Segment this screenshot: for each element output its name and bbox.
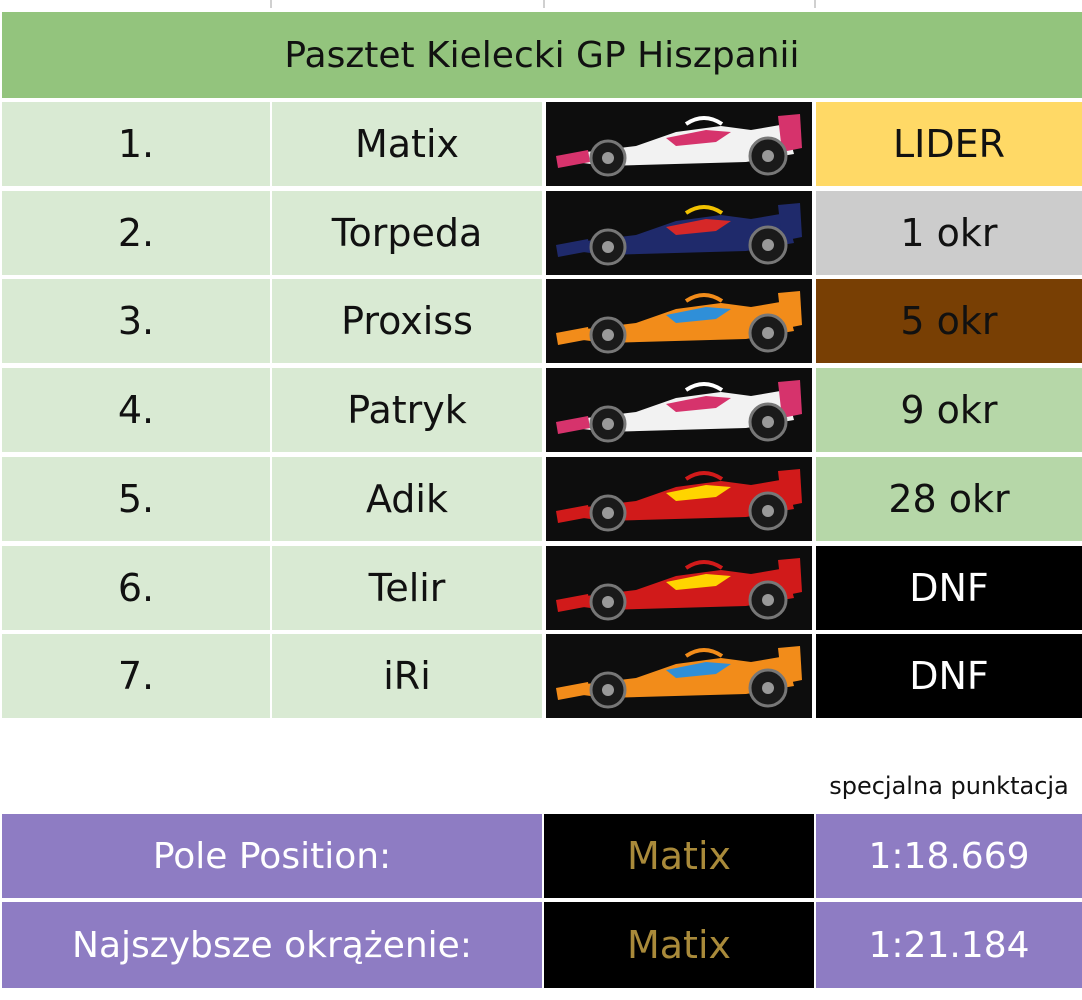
- position-cell[interactable]: 4.: [2, 368, 270, 452]
- car-livery-image: [546, 634, 812, 718]
- fastest-lap-driver[interactable]: Matix: [544, 902, 814, 988]
- position-cell[interactable]: 2.: [2, 191, 270, 275]
- car-livery-image: [546, 279, 812, 363]
- car-livery-image: [546, 368, 812, 452]
- results-sheet: Pasztet Kielecki GP Hiszpanii 1. Matix LID…: [0, 0, 1082, 1000]
- driver-name-cell[interactable]: iRi: [272, 634, 542, 718]
- column-header-strip: [0, 0, 1082, 10]
- position-cell[interactable]: 7.: [2, 634, 270, 718]
- pole-position-time[interactable]: 1:18.669: [816, 814, 1082, 898]
- result-cell[interactable]: DNF: [816, 634, 1082, 718]
- special-scoring-note[interactable]: specjalna punktacja: [816, 726, 1082, 810]
- race-title[interactable]: Pasztet Kielecki GP Hiszpanii: [2, 12, 1082, 98]
- empty-cell[interactable]: [544, 726, 814, 810]
- column-divider: [543, 0, 545, 8]
- position-cell[interactable]: 1.: [2, 102, 270, 186]
- position-cell[interactable]: 3.: [2, 279, 270, 363]
- empty-cell[interactable]: [272, 726, 542, 810]
- driver-name-cell[interactable]: Patryk: [272, 368, 542, 452]
- result-cell[interactable]: 9 okr: [816, 368, 1082, 452]
- pole-position-label[interactable]: Pole Position:: [2, 814, 542, 898]
- fastest-lap-time[interactable]: 1:21.184: [816, 902, 1082, 988]
- driver-name-cell[interactable]: Telir: [272, 546, 542, 630]
- driver-name-cell[interactable]: Adik: [272, 457, 542, 541]
- column-divider: [814, 0, 816, 8]
- position-cell[interactable]: 5.: [2, 457, 270, 541]
- position-cell[interactable]: 6.: [2, 546, 270, 630]
- result-cell[interactable]: 5 okr: [816, 279, 1082, 363]
- result-cell[interactable]: 1 okr: [816, 191, 1082, 275]
- driver-name-cell[interactable]: Matix: [272, 102, 542, 186]
- car-livery-image: [546, 191, 812, 275]
- car-livery-image: [546, 102, 812, 186]
- result-cell[interactable]: LIDER: [816, 102, 1082, 186]
- result-cell[interactable]: 28 okr: [816, 457, 1082, 541]
- empty-cell[interactable]: [0, 726, 270, 810]
- pole-position-driver[interactable]: Matix: [544, 814, 814, 898]
- car-livery-image: [546, 457, 812, 541]
- fastest-lap-label[interactable]: Najszybsze okrążenie:: [2, 902, 542, 988]
- car-livery-image: [546, 546, 812, 630]
- result-cell[interactable]: DNF: [816, 546, 1082, 630]
- driver-name-cell[interactable]: Torpeda: [272, 191, 542, 275]
- column-divider: [270, 0, 272, 8]
- driver-name-cell[interactable]: Proxiss: [272, 279, 542, 363]
